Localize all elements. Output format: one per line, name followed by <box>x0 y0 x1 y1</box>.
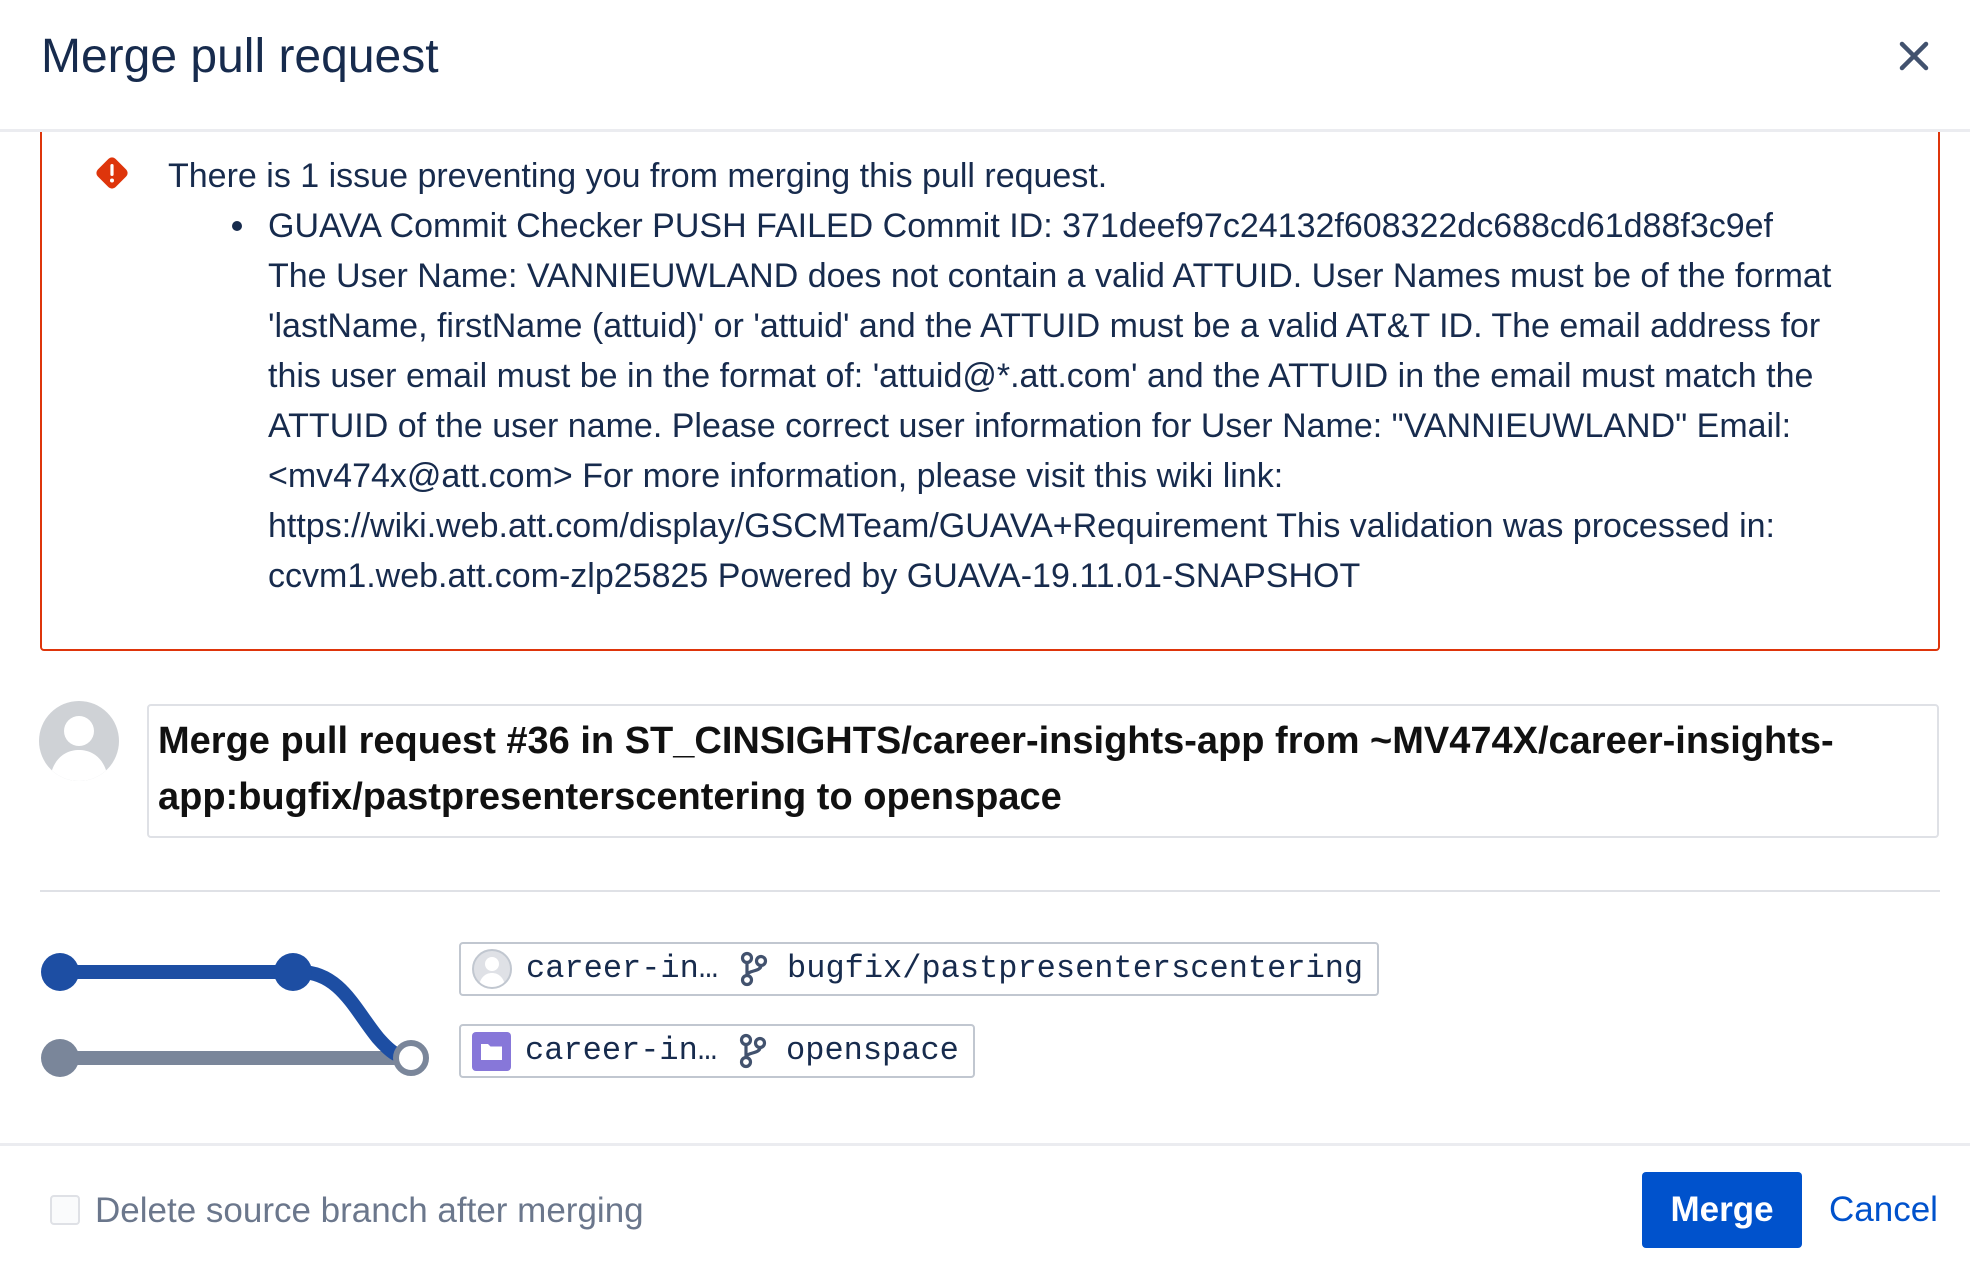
branch-merge-graph <box>41 953 429 1077</box>
issue-line: ccvm1.web.att.com-zlp25825 Powered by GU… <box>268 557 1361 595</box>
merge-point-dot <box>393 1040 429 1076</box>
source-branch-name: bugfix/pastpresenterscentering <box>787 950 1364 987</box>
target-branch-name: openspace <box>786 1032 959 1069</box>
issue-message: GUAVA Commit Checker PUSH FAILED Commit … <box>268 201 1831 601</box>
delete-source-branch-checkbox[interactable] <box>50 1195 80 1225</box>
source-repo-name: career-in… <box>526 950 719 987</box>
dialog-footer: Delete source branch after merging Merge… <box>0 1143 1970 1267</box>
issue-line: <mv474x@att.com> For more information, p… <box>268 457 1284 495</box>
source-branch-chip: career-in… bugfix/pastpresenterscenterin… <box>459 942 1380 996</box>
source-commit-dot <box>41 953 79 991</box>
issue-line: https://wiki.web.att.com/display/GSCMTea… <box>268 507 1776 545</box>
commit-message-input[interactable]: Merge pull request #36 in ST_CINSIGHTS/c… <box>147 704 1939 838</box>
close-button[interactable] <box>1896 38 1932 74</box>
dialog-header: Merge pull request <box>0 0 1970 132</box>
divider <box>40 890 1940 892</box>
user-avatar-icon <box>472 949 512 989</box>
error-icon <box>96 157 128 189</box>
target-repo-name: career-in… <box>525 1032 718 1069</box>
delete-source-branch-label[interactable]: Delete source branch after merging <box>95 1189 644 1233</box>
cancel-button[interactable]: Cancel <box>1829 1188 1938 1232</box>
dialog-title: Merge pull request <box>41 30 439 83</box>
issue-line: 'lastName, firstName (attuid)' or 'attui… <box>268 307 1821 345</box>
source-branch-line <box>53 965 418 1065</box>
error-summary: There is 1 issue preventing you from mer… <box>168 157 1108 195</box>
issue-line: ATTUID of the user name. Please correct … <box>268 407 1792 445</box>
repository-icon <box>472 1031 511 1071</box>
target-branch-chip: career-in… openspace <box>459 1024 975 1078</box>
target-commit-dot <box>41 1039 79 1077</box>
issue-line: The User Name: VANNIEUWLAND does not con… <box>268 257 1832 295</box>
bullet <box>232 221 242 231</box>
issue-line: this user email must be in the format of… <box>268 357 1814 395</box>
default-avatar-icon <box>39 701 119 781</box>
source-commit-dot <box>274 953 312 991</box>
merge-error-panel: There is 1 issue preventing you from mer… <box>40 96 1940 651</box>
branch-icon <box>739 1033 767 1069</box>
merge-button[interactable]: Merge <box>1642 1172 1802 1248</box>
close-icon <box>1899 41 1929 71</box>
branch-icon <box>740 951 768 987</box>
issue-line: GUAVA Commit Checker PUSH FAILED Commit … <box>268 207 1773 245</box>
